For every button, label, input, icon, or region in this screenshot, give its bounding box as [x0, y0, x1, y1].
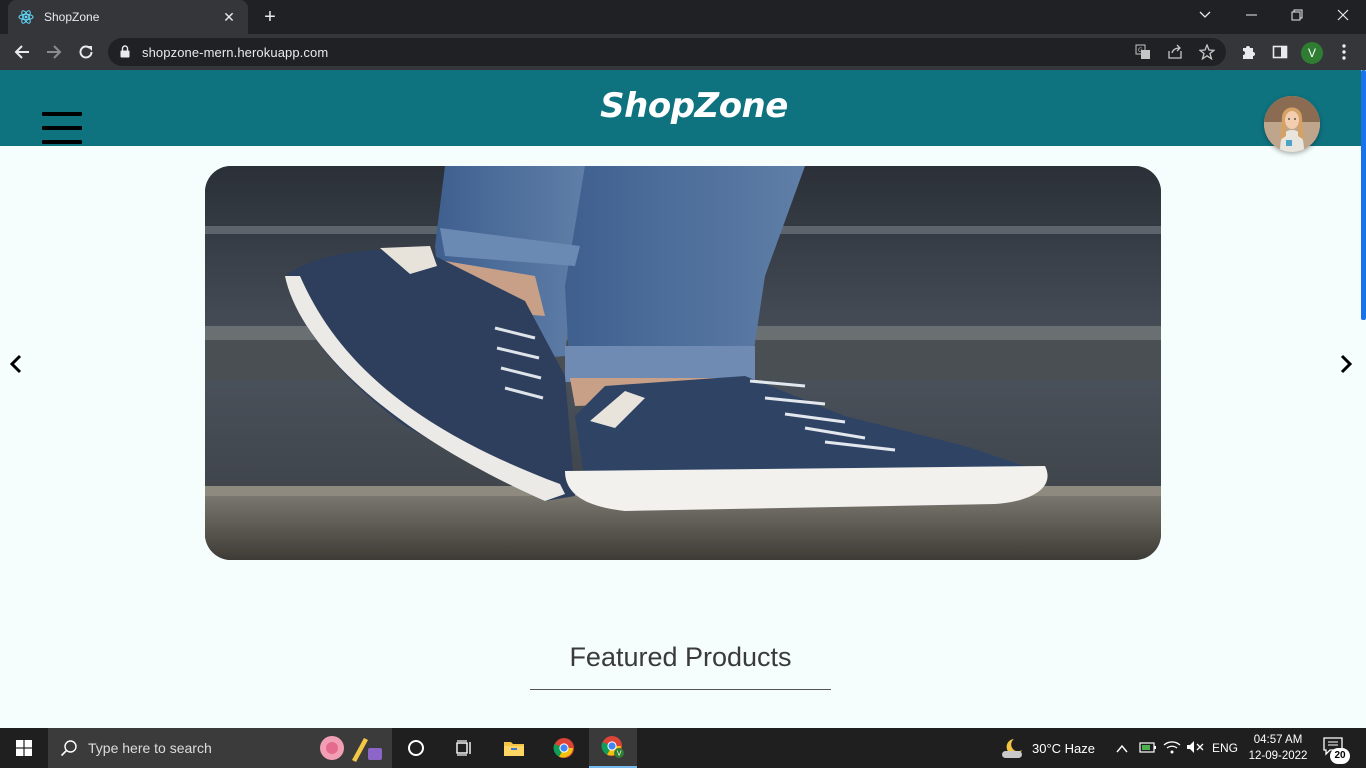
- task-view-icon[interactable]: [440, 728, 488, 768]
- react-favicon-icon: [18, 9, 34, 25]
- share-icon[interactable]: [1166, 43, 1184, 61]
- system-clock[interactable]: 04:57 AM 12-09-2022: [1246, 732, 1310, 764]
- battery-icon[interactable]: [1139, 740, 1157, 759]
- cortana-icon[interactable]: [392, 728, 440, 768]
- windows-start-button[interactable]: [0, 728, 48, 768]
- chrome-menu-icon[interactable]: [1334, 42, 1354, 62]
- tray-overflow-chevron-icon[interactable]: [1116, 741, 1128, 759]
- browser-tab[interactable]: ShopZone ✕: [8, 0, 248, 34]
- file-explorer-icon[interactable]: [490, 728, 538, 768]
- web-page: ShopZone Featured Products: [0, 70, 1366, 728]
- side-panel-icon[interactable]: [1270, 42, 1290, 62]
- weather-text[interactable]: 30°C Haze: [1032, 741, 1095, 756]
- svg-text:V: V: [617, 750, 622, 758]
- address-bar[interactable]: shopzone-mern.herokuapp.com G: [108, 38, 1226, 66]
- bookmark-star-icon[interactable]: [1198, 43, 1216, 61]
- user-avatar[interactable]: [1264, 96, 1320, 152]
- volume-muted-icon[interactable]: [1186, 740, 1204, 759]
- browser-tab-bar: ShopZone ✕ +: [0, 0, 1366, 34]
- wifi-icon[interactable]: [1163, 740, 1181, 759]
- taskbar-search-box[interactable]: Type here to search: [48, 728, 392, 768]
- extensions-puzzle-icon[interactable]: [1238, 42, 1258, 62]
- close-window-button[interactable]: [1320, 0, 1366, 30]
- tab-title: ShopZone: [44, 10, 100, 24]
- back-button[interactable]: [8, 38, 36, 66]
- reload-button[interactable]: [72, 38, 100, 66]
- tab-close-icon[interactable]: ✕: [220, 9, 238, 26]
- hero-carousel-image: [205, 166, 1161, 560]
- lock-icon: [120, 45, 130, 63]
- page-scrollbar[interactable]: [1361, 70, 1366, 320]
- carousel-prev-arrow-icon[interactable]: [4, 352, 28, 376]
- translate-icon[interactable]: G: [1134, 43, 1152, 61]
- clock-date: 12-09-2022: [1248, 750, 1308, 762]
- profile-avatar-button[interactable]: V: [1301, 42, 1323, 64]
- restore-button[interactable]: [1274, 0, 1320, 30]
- language-indicator[interactable]: ENG: [1212, 741, 1238, 755]
- heading-divider: [530, 689, 831, 690]
- search-icon: [60, 739, 78, 762]
- search-placeholder: Type here to search: [88, 740, 212, 756]
- tab-search-chevron-icon[interactable]: [1182, 0, 1228, 30]
- new-tab-button[interactable]: +: [258, 4, 282, 30]
- site-logo[interactable]: ShopZone: [0, 86, 1366, 126]
- chrome-taskbar-icon[interactable]: [540, 728, 588, 768]
- minimize-button[interactable]: [1228, 0, 1274, 30]
- url-text: shopzone-mern.herokuapp.com: [142, 45, 329, 60]
- chrome-profile-taskbar-icon[interactable]: V: [589, 728, 637, 768]
- search-highlight-icon: [316, 732, 386, 768]
- windows-taskbar: Type here to search V 30°C Haze ENG 04:5…: [0, 728, 1366, 768]
- weather-haze-icon[interactable]: [1000, 736, 1026, 765]
- svg-text:G: G: [1138, 47, 1143, 54]
- browser-toolbar: shopzone-mern.herokuapp.com G V: [0, 34, 1366, 70]
- site-header: ShopZone: [0, 70, 1361, 146]
- clock-time: 04:57 AM: [1253, 734, 1303, 746]
- carousel-next-arrow-icon[interactable]: [1334, 352, 1358, 376]
- notification-count-badge: 20: [1330, 748, 1350, 764]
- featured-products-heading: Featured Products: [569, 642, 792, 672]
- forward-button[interactable]: [40, 38, 68, 66]
